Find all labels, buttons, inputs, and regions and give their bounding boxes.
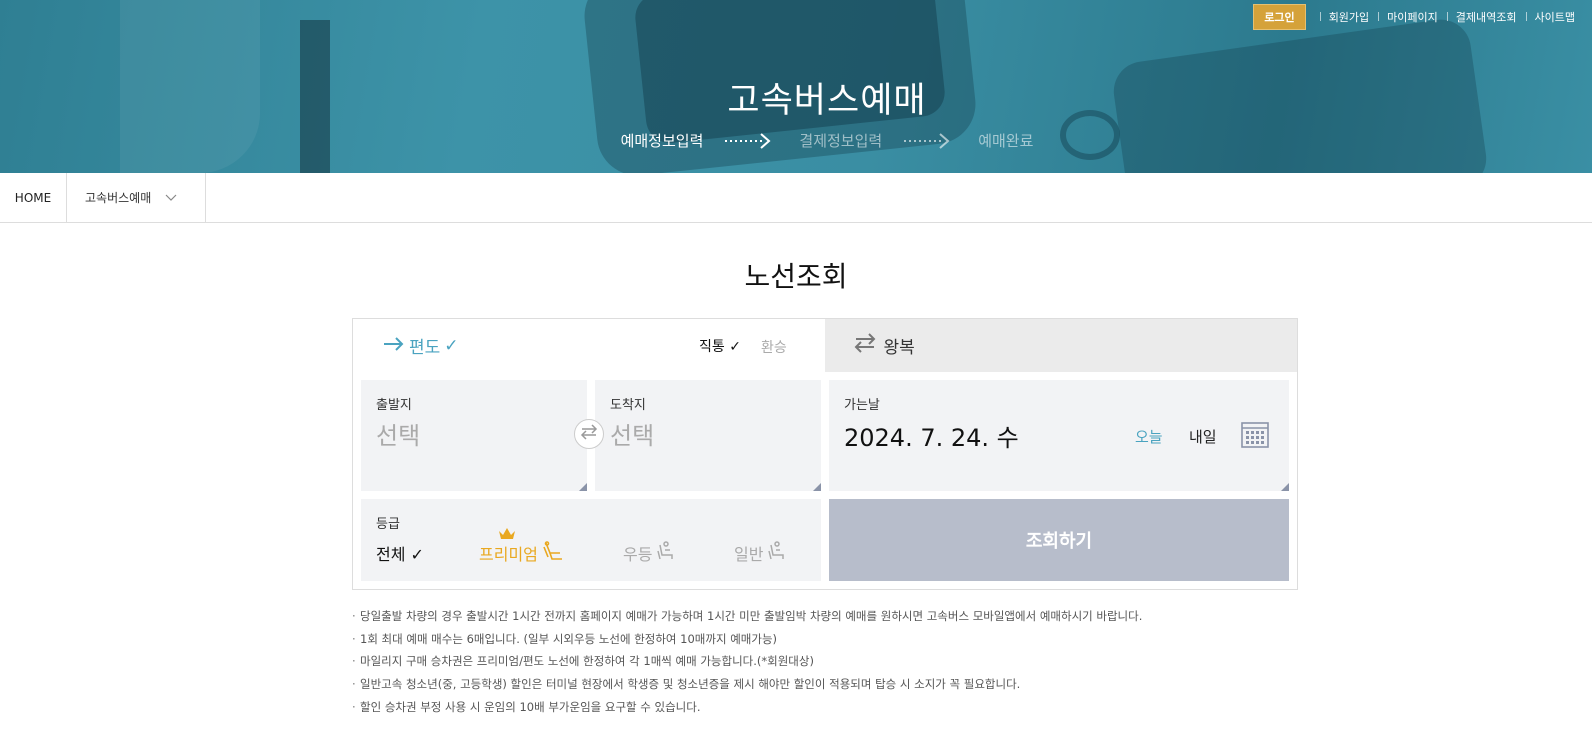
corner-indicator-icon [579, 483, 587, 491]
step-complete: 예매완료 [978, 132, 1034, 150]
calendar-icon[interactable] [1241, 420, 1269, 448]
corner-indicator-icon [813, 483, 821, 491]
date-label: 가는날 [844, 398, 880, 413]
oneway-tab-button[interactable]: 편도 ✓ [383, 333, 459, 358]
general-seat-icon [767, 541, 787, 565]
page-title: 노선조회 [744, 260, 848, 293]
signup-link[interactable]: 회원가입 [1319, 9, 1378, 25]
tomorrow-button[interactable]: 내일 [1189, 426, 1217, 447]
breadcrumb: HOME 고속버스예매 [0, 173, 1592, 223]
arrival-field[interactable]: 도착지 선택 [595, 380, 821, 491]
arrival-label: 도착지 [610, 398, 646, 413]
grade-general-label: 일반 [734, 545, 764, 564]
top-navigation: 로그인 회원가입 마이페이지 결제내역조회 사이트맵 [1253, 4, 1584, 30]
transfer-option[interactable]: 환승 [761, 337, 787, 357]
grade-premium-option[interactable]: 프리미엄 [479, 541, 564, 565]
grade-label: 등급 [376, 517, 400, 532]
direct-option[interactable]: 직통 ✓ [699, 336, 741, 356]
swap-stations-button[interactable] [574, 419, 604, 449]
notice-item: 마일리지 구매 승차권은 프리미엄/편도 노선에 한정하여 각 1매씩 예매 가… [352, 650, 1312, 673]
notice-item: 할인 승차권 부정 사용 시 운임의 10배 부가운임을 요구할 수 있습니다. [352, 696, 1312, 719]
date-field: 가는날 2024. 7. 24. 수 오늘 내일 [829, 380, 1289, 491]
arrow-right-icon [383, 336, 405, 356]
swap-arrows-icon [853, 333, 877, 358]
booking-steps: 예매정보입력 결제정보입력 예매완료 [31, 130, 1592, 151]
hero-title: 고속버스예매 [727, 81, 927, 121]
today-button[interactable]: 오늘 [1135, 426, 1163, 447]
chevron-down-icon [165, 191, 177, 205]
oneway-label: 편도 [409, 338, 441, 358]
sitemap-link[interactable]: 사이트맵 [1525, 9, 1584, 25]
payment-history-link[interactable]: 결제내역조회 [1446, 9, 1526, 25]
corner-indicator-icon [1281, 483, 1289, 491]
grade-general-option[interactable]: 일반 [734, 541, 787, 565]
grade-premium-label: 프리미엄 [479, 545, 538, 564]
roundtrip-label: 왕복 [883, 338, 915, 358]
departure-label: 출발지 [376, 398, 412, 413]
login-button[interactable]: 로그인 [1253, 4, 1306, 30]
grade-udeung-label: 우등 [623, 545, 653, 564]
arrival-placeholder: 선택 [610, 422, 655, 450]
departure-placeholder: 선택 [376, 422, 421, 450]
check-icon: ✓ [444, 335, 459, 356]
search-button[interactable]: 조회하기 [829, 499, 1289, 581]
tab-roundtrip[interactable]: 왕복 [825, 319, 1297, 372]
notice-list: 당일출발 차량의 경우 출발시간 1시간 전까지 홈페이지 예매가 가능하며 1… [352, 605, 1312, 719]
step-booking-info: 예매정보입력 [620, 132, 704, 150]
trip-type-tabs: 편도 ✓ 직통 ✓ 환승 왕복 [353, 319, 1297, 372]
hero-banner: 로그인 회원가입 마이페이지 결제내역조회 사이트맵 고속버스예매 예매정보입력… [0, 0, 1592, 173]
grade-all-option[interactable]: 전체 ✓ [376, 541, 424, 565]
departure-field[interactable]: 출발지 선택 [361, 380, 587, 491]
step-payment-info: 결제정보입력 [799, 132, 883, 150]
breadcrumb-home[interactable]: HOME [0, 173, 67, 222]
breadcrumb-menu-select[interactable]: 고속버스예매 [67, 173, 206, 222]
notice-item: 일반고속 청소년(중, 고등학생) 할인은 터미널 현장에서 학생증 및 청소년… [352, 673, 1312, 696]
grade-udeung-option[interactable]: 우등 [623, 541, 676, 565]
date-value[interactable]: 2024. 7. 24. 수 [844, 418, 1019, 453]
route-search-panel: 편도 ✓ 직통 ✓ 환승 왕복 출발지 선택 도착지 선택 가는날 2024. … [352, 318, 1298, 590]
step-arrow-icon [725, 132, 777, 150]
udeung-seat-icon [656, 541, 676, 565]
grade-field: 등급 전체 ✓ 프리미엄 우등 일반 [361, 499, 821, 581]
premium-seat-icon [542, 541, 564, 565]
notice-item: 1회 최대 예매 매수는 6매입니다. (일부 시외우등 노선에 한정하여 10… [352, 628, 1312, 651]
swap-icon [580, 424, 598, 444]
notice-item: 당일출발 차량의 경우 출발시간 1시간 전까지 홈페이지 예매가 가능하며 1… [352, 605, 1312, 628]
breadcrumb-current-label: 고속버스예매 [85, 191, 152, 205]
tab-oneway: 편도 ✓ 직통 ✓ 환승 [353, 319, 825, 372]
step-arrow-icon [904, 132, 956, 150]
mypage-link[interactable]: 마이페이지 [1378, 9, 1447, 25]
